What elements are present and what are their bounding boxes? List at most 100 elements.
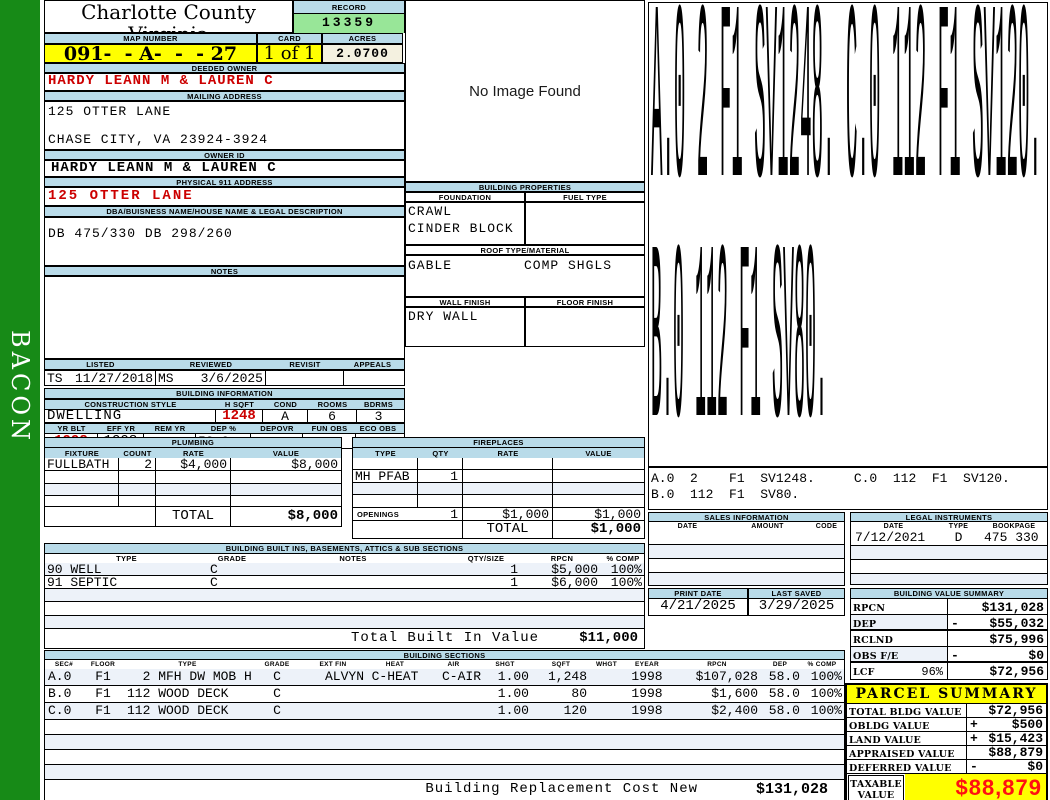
bi-type-cell: 90 WELL [45,563,208,575]
ps-label: LAND VALUE [847,732,967,745]
county-title: Charlotte County Virginia [45,1,292,33]
bs-grade-cell: C [252,703,302,719]
parcel-summary-header: PARCEL SUMMARY [847,685,1046,704]
map-number-value: 091- - A- - - 27 [44,44,257,63]
fireplaces-section: FIREPLACES TYPE QTY RATE VALUE MH PFAB 1… [352,437,645,539]
bdrms-header: BDRMS [357,400,400,408]
openings-qty: 1 [418,508,463,520]
sales-empty-row [649,545,844,559]
legal-header: LEGAL INSTRUMENTS [850,512,1048,522]
card-value: 1 of 1 [257,44,322,63]
bs-whgt-cell [593,686,620,702]
value-cell: $8,000 [231,458,341,470]
built-ins-empty-row [45,602,644,616]
building-sections-row: C.0 F1 112 WOOD DECK C 1.00 120 1998 $2,… [45,703,844,720]
vs-value: $131,028 [982,600,1044,614]
fixture-col-header: FIXTURE [45,448,119,458]
legal-empty-row [851,560,1047,574]
bs-sec-col-header: SEC# [45,660,83,669]
plumbing-row: FULLBATH 2 $4,000 $8,000 [45,458,341,471]
ps-label: APPRAISED VALUE [847,746,967,759]
sketch-notes-box: A.0 2 F1 SV1248. C.0 112 F1 SV120. B.0 1… [648,467,1048,510]
bs-floor-cell: F1 [83,669,123,685]
count-cell: 2 [119,458,156,470]
notes-header: NOTES [44,266,405,276]
fireplaces-header: FIREPLACES [352,437,645,448]
photo-box: No Image Found [405,0,645,182]
bs-comp-cell: 100% [800,703,844,719]
sales-empty-row [649,559,844,573]
bi-comp-col-header: % COMP [602,554,644,563]
building-sections-row: B.0 F1 112 WOOD DECK C 1.00 80 1998 $1,6… [45,686,844,703]
bi-rpcn-cell: $6,000 [522,576,602,588]
bs-rpcn-cell: $1,600 [674,686,760,702]
built-ins-empty-row [45,616,644,629]
bs-grade-col-header: GRADE [252,660,302,669]
roof-material-value: COMP SHGLS [524,259,612,272]
parcel-summary-row: DEFERRED VALUE - $0 [847,760,1046,774]
openings-label: OPENINGS [353,508,418,520]
mailing-address-header: MAILING ADDRESS [44,91,405,101]
last-saved-header: LAST SAVED [748,588,845,599]
sketch-note-line2: B.0 112 F1 SV80. [649,487,1047,503]
ps-value: $72,956 [988,704,1043,717]
ps-label: DEFERRED VALUE [847,760,967,773]
building-properties-header: BUILDING PROPERTIES [405,182,645,192]
physical-address-value: 125 OTTER LANE [44,187,405,206]
bs-sqft-cell: 1,248 [529,669,593,685]
legal-date-cell: 7/12/2021 [851,531,936,545]
sketch-stretched-line2: B.0 112 F1 SV80. [651,203,827,466]
vs-label: RCLND [851,631,948,646]
fireplaces-total-label: TOTAL [463,521,553,538]
fireplaces-row: MH PFAB 1 [353,470,644,483]
side-strip: BACON [0,0,40,800]
mailing-address-line1: 125 OTTER LANE [45,102,404,118]
deeded-owner-header: DEEDED OWNER [44,63,405,73]
fixture-cell: FULLBATH [45,458,119,470]
vs-value: $75,996 [989,632,1044,646]
vs-sign: - [951,648,959,661]
bi-comp-cell: 100% [602,576,644,588]
acres-value: 2.0700 [322,44,403,63]
bs-eyear-cell: 1998 [620,703,674,719]
bs-air-cell [426,703,481,719]
bs-whgt-cell [593,703,620,719]
bi-type-cell: 91 SEPTIC [45,576,208,588]
plumbing-section: PLUMBING FIXTURE COUNT RATE VALUE FULLBA… [44,437,342,527]
bs-sqft-cell: 80 [529,686,593,702]
bi-rpcn-cell: $5,000 [522,563,602,575]
appeals-value [344,371,401,385]
physical-address-header: PHYSICAL 911 ADDRESS [44,177,405,187]
fuel-type-box [525,202,645,245]
built-ins-total-label: Total Built In Value [254,629,539,648]
bi-grade-cell: C [208,563,256,575]
print-date-header: PRINT DATE [648,588,748,599]
wall-finish-value: DRY WALL [406,308,524,323]
sales-amount-col-header: AMOUNT [726,522,809,531]
value-summary-row: LCF 96% $72,956 [851,663,1047,679]
revisit-header: REVISIT [266,360,344,369]
bi-qty-cell: 1 [450,563,522,575]
bs-shgt-cell: 1.00 [481,686,529,702]
left-column: Charlotte County Virginia Commissioner o… [44,0,405,437]
bs-type-cell: 2 MFH DW MOB HOME [123,669,252,685]
fuel-type-header: FUEL TYPE [525,192,645,202]
reviewed-initials: MS [158,372,174,384]
value-col-header: VALUE [231,448,341,458]
value-summary-section: BUILDING VALUE SUMMARY RPCN $131,028 DEP… [850,588,1048,680]
construction-style-value: DWELLING [45,410,216,422]
hsqft-value: 1248 [216,410,263,422]
bs-dep-cell: 58.0 [760,703,800,719]
building-sections-empty-row [45,720,844,735]
dep-header: DEP % [196,424,251,432]
floor-finish-box [525,307,645,347]
ps-value: $15,423 [988,732,1043,745]
ps-value: $500 [1012,718,1043,731]
bs-eyear-cell: 1998 [620,686,674,702]
parcel-summary-row: LAND VALUE + $15,423 [847,732,1046,746]
reviewed-value: MS 3/6/2025 [156,371,266,385]
built-ins-total-row: Total Built In Value $11,000 [45,629,644,648]
listed-header: LISTED [45,360,156,369]
dba-box: DB 475/330 DB 298/260 [44,217,405,266]
legal-row: 7/12/2021 D 475 330 [851,531,1047,546]
